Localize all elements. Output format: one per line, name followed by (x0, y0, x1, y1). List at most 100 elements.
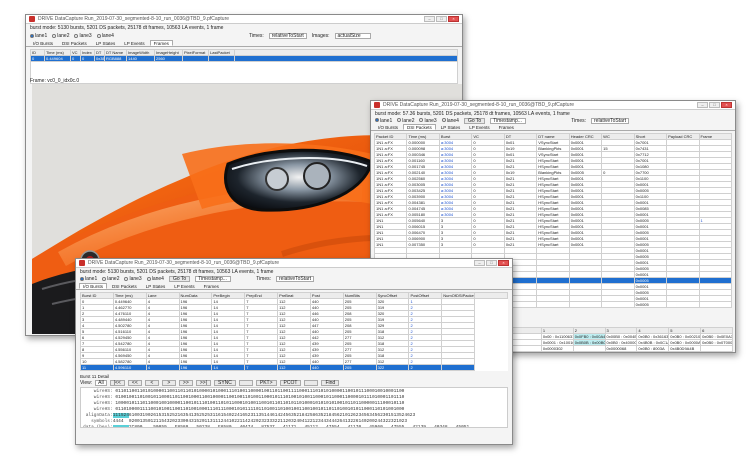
table-row[interactable]: 11 4.596110 4 196 14 7 112 440 205 322 2 (80, 364, 508, 371)
tab-lp-events[interactable]: LP Events (465, 124, 493, 130)
lane-radio-2[interactable]: lane2 (52, 33, 69, 39)
tab-lp-states[interactable]: LP States (92, 40, 119, 46)
maximize-button[interactable]: □ (709, 102, 720, 108)
table-cell (568, 301, 603, 308)
tab-lp-states[interactable]: LP States (142, 283, 169, 289)
images-dropdown[interactable]: actualSize (334, 33, 371, 39)
lane-radio-3[interactable]: lane3 (74, 33, 92, 39)
tab-io-bursts[interactable]: I/O Bursts (29, 40, 57, 46)
tab-dsi-packets[interactable]: DSI Packets (403, 124, 436, 130)
goto-button[interactable]: Go To (168, 276, 191, 282)
table-cell: 0x0B0 : 0x0000AFE (668, 339, 702, 346)
nav-button[interactable]: << (127, 380, 142, 386)
close-button[interactable]: × (498, 260, 509, 266)
minimize-button[interactable]: – (474, 260, 485, 266)
table-cell: 0x0B0 : 0x36163A3 (636, 333, 670, 340)
nav-button[interactable]: Find (321, 380, 340, 386)
nav-button[interactable] (238, 380, 253, 386)
tab-lp-events[interactable]: LP Events (170, 283, 198, 289)
lane-radio-3[interactable]: lane3 (124, 276, 142, 282)
table-cell: 0x0005 (633, 301, 668, 308)
table-cell: 0x4B0D9A4B (668, 345, 702, 352)
lane-radio-3[interactable]: lane3 (419, 118, 437, 124)
tab-dsi-packets[interactable]: DSI Packets (58, 40, 91, 46)
minimize-button[interactable]: – (424, 16, 435, 22)
close-button[interactable]: × (721, 102, 732, 108)
tab-frames[interactable]: Frames (149, 40, 173, 46)
table-row[interactable]: 0x00 : 0x110063170x0FB0 : 0x00A4D65A0x00… (509, 333, 733, 340)
hex-highlight: 111524 (112, 413, 129, 418)
hex-line-label: alignData: (83, 413, 113, 418)
nav-button[interactable]: |<< (109, 380, 125, 386)
tab-frames[interactable]: Frames (200, 283, 223, 289)
hex-line-value: 2C800 50059 E8580 50238 E8580 40474 8753… (112, 425, 469, 427)
tab-dsi-packets[interactable]: DSI Packets (108, 283, 141, 289)
lane-radio-1[interactable]: lane1 (375, 118, 392, 124)
table-cell (509, 345, 542, 352)
nav-button[interactable]: PKT> (255, 380, 277, 386)
times-label: Times: (248, 33, 264, 39)
tab-io-bursts[interactable]: I/O Bursts (79, 283, 108, 289)
table-cell (601, 301, 635, 308)
window-title: DRIVE DataCapture Run_2019-07-30_segment… (38, 16, 230, 22)
lane-radio-4[interactable]: lane4 (441, 118, 459, 124)
nav-button[interactable]: PCOT (279, 380, 302, 386)
nav-button[interactable]: >>| (195, 380, 211, 386)
table-cell: 0x00B0 : 0x004B31A (604, 333, 638, 340)
minimize-button[interactable]: – (697, 102, 708, 108)
times-dropdown[interactable]: relativeToStart (268, 33, 307, 39)
lane-radio-2[interactable]: lane2 (397, 118, 414, 124)
table-cell: 0x0000068 (604, 345, 638, 352)
lane-radio-1[interactable]: lane1 (80, 276, 97, 282)
goto-button[interactable]: Go To (463, 117, 486, 124)
frames-table: ID Time (ms) VC Index DT DT Name ImageWi… (30, 49, 458, 84)
hex-line-value: 0110100001111001010011001101001000111011… (112, 407, 405, 412)
table-cell: 14 (211, 364, 246, 371)
lane-radio-4[interactable]: lane4 (146, 276, 164, 282)
table-cell: 0x00 : 0x11006317 (540, 333, 574, 340)
detail-toolbar: View: All |<< << < > >> >>| SYNC PKT> PCOT Find (76, 379, 512, 387)
lane-radio-4[interactable]: lane4 (96, 33, 114, 39)
table-cell: 11 (80, 364, 114, 371)
nav-buttons: |<< << < > >> >>| SYNC PKT> PCOT Find (109, 380, 340, 386)
table-cell (536, 301, 570, 308)
tab-lp-states[interactable]: LP States (437, 124, 464, 130)
hex-line-label: wireHS: (83, 389, 113, 394)
table-row[interactable]: 0x0001 : 0x10010040x0B0B : 0x00B0B0x0B0 … (509, 339, 733, 346)
view-label: View: (80, 380, 93, 386)
times-dropdown[interactable]: relativeToStart (591, 117, 629, 124)
times-dropdown[interactable]: relativeToStart (276, 276, 314, 282)
nav-button[interactable] (304, 380, 319, 386)
maximize-button[interactable]: □ (436, 16, 447, 22)
tab-strip: I/O Bursts DSI Packets LP States LP Even… (26, 40, 462, 47)
toolbar: lane1 lane2 lane3 lane4 Go To Timestamp.… (371, 117, 735, 124)
nav-button[interactable]: > (161, 380, 176, 386)
nav-button[interactable]: < (144, 380, 159, 386)
goto-dropdown[interactable]: Timestamp... (195, 276, 232, 282)
maximize-button[interactable]: □ (486, 260, 497, 266)
nav-button[interactable]: SYNC (213, 380, 236, 386)
table-cell: 112 (277, 364, 311, 371)
app-icon (374, 102, 380, 108)
table-cell: 0x0FB0 : 0x00A4D65A (572, 333, 606, 340)
table-row[interactable]: 0x0000302 0x0000068 0x0B0 : 8003A 0x4B0D9A4… (509, 345, 733, 352)
tab-frames[interactable]: Frames (495, 124, 518, 130)
images-label: Images: (311, 33, 330, 39)
nav-button[interactable]: >> (178, 380, 193, 386)
tab-lp-events[interactable]: LP Events (120, 40, 148, 46)
view-dropdown[interactable]: All (95, 380, 107, 386)
toolbar: lane1 lane2 lane3 lane4 Times: relativeT… (26, 32, 462, 40)
table-cell: 0x0B0 : 0x40000050 (604, 339, 638, 346)
window-title: DRIVE DataCapture Run_2019-07-30_segment… (88, 260, 280, 266)
goto-dropdown[interactable]: Timestamp... (490, 117, 527, 124)
close-button[interactable]: × (448, 16, 459, 22)
table-cell (698, 301, 733, 308)
lane-radio-2[interactable]: lane2 (102, 276, 119, 282)
lane-radio-1[interactable]: lane1 (30, 33, 47, 39)
app-icon (79, 260, 85, 266)
tab-io-bursts[interactable]: I/O Bursts (374, 124, 402, 130)
table-cell: 322 (375, 364, 410, 371)
hex-line-value: 4444 02001350121154320233004315201131112… (112, 419, 408, 424)
title-bar: DRIVE DataCapture Run_2019-07-30_segment… (26, 15, 462, 24)
table-cell (700, 345, 733, 352)
